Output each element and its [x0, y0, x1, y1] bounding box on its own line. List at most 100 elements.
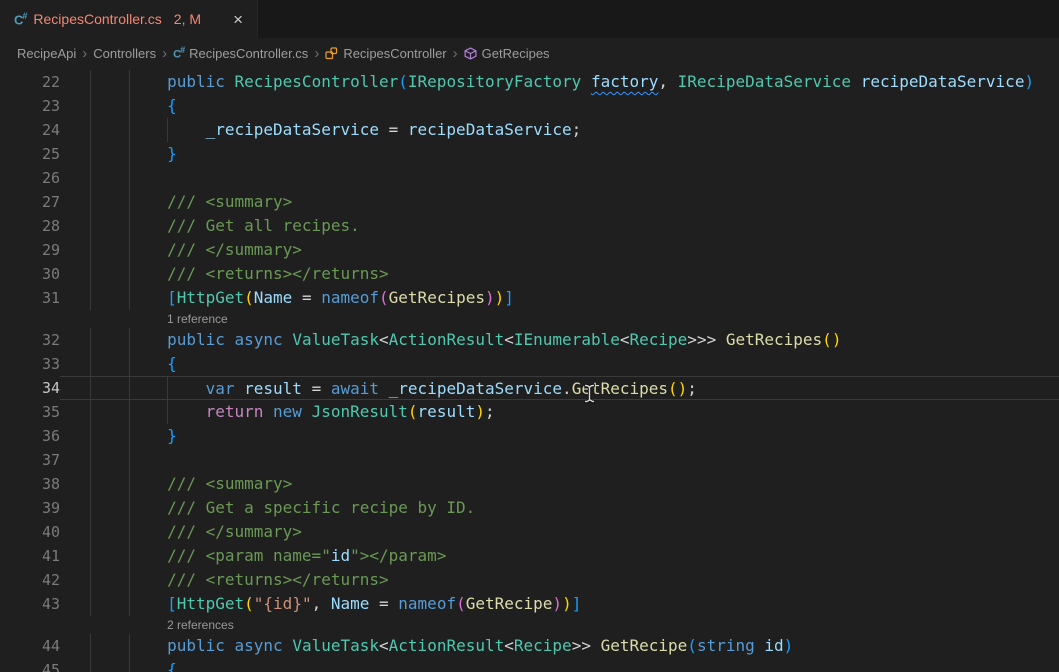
breadcrumb-item-controllers[interactable]: Controllers	[93, 46, 156, 61]
line-number[interactable]: 31	[0, 286, 60, 310]
line-number[interactable]: 30	[0, 262, 60, 286]
line-number[interactable]: 36	[0, 424, 60, 448]
code-token: HttpGet	[177, 288, 244, 307]
line-number[interactable]: 26	[0, 166, 60, 190]
line-number[interactable]: 45	[0, 658, 60, 672]
line-number[interactable]: 38	[0, 472, 60, 496]
line-number[interactable]: 34	[0, 376, 60, 400]
code-token: GetRecipe	[601, 636, 688, 655]
code-token: >>	[572, 636, 591, 655]
indent-guide	[90, 448, 91, 472]
code-line-content[interactable]	[60, 166, 1059, 190]
line-number[interactable]: 43	[0, 592, 60, 616]
chevron-right-icon: ›	[453, 46, 458, 61]
code-line-content[interactable]	[60, 448, 1059, 472]
line-number[interactable]: 44	[0, 634, 60, 658]
code-token	[302, 402, 312, 421]
line-number[interactable]: 28	[0, 214, 60, 238]
code-line-28: 28 /// Get all recipes.	[0, 214, 1059, 238]
codelens-references[interactable]: 1 reference	[0, 310, 1059, 328]
code-token	[851, 72, 861, 91]
code-line-content[interactable]: /// <summary>	[60, 472, 1059, 496]
code-line-content[interactable]: /// <returns></returns>	[60, 568, 1059, 592]
code-line-content[interactable]: return new JsonResult(result);	[60, 400, 1059, 424]
code-line-content[interactable]: }	[60, 142, 1059, 166]
breadcrumb-item-getrecipes[interactable]: GetRecipes	[464, 46, 550, 61]
code-token: IEnumerable	[514, 330, 620, 349]
code-line-content[interactable]: _recipeDataService = recipeDataService;	[60, 118, 1059, 142]
code-line-content[interactable]: {	[60, 658, 1059, 672]
breadcrumb: RecipeApi › Controllers › C#RecipesControlle…	[0, 38, 1059, 68]
line-number[interactable]: 33	[0, 352, 60, 376]
line-number[interactable]: 41	[0, 544, 60, 568]
line-number[interactable]: 35	[0, 400, 60, 424]
line-number[interactable]: 37	[0, 448, 60, 472]
indent-guide	[129, 472, 130, 496]
tab-recipescontroller[interactable]: C# RecipesController.cs 2, M ×	[0, 0, 258, 38]
line-number[interactable]: 40	[0, 520, 60, 544]
line-number[interactable]: 39	[0, 496, 60, 520]
code-line-content[interactable]: /// Get all recipes.	[60, 214, 1059, 238]
csharp-file-icon: C#	[14, 11, 26, 27]
line-number[interactable]: 23	[0, 94, 60, 118]
code-token: /// </summary>	[167, 522, 302, 541]
line-number[interactable]: 29	[0, 238, 60, 262]
code-token: return	[206, 402, 264, 421]
close-icon[interactable]: ×	[229, 9, 247, 30]
code-token: (	[379, 288, 389, 307]
code-line-content[interactable]: /// </summary>	[60, 520, 1059, 544]
code-line-content[interactable]: {	[60, 94, 1059, 118]
code-line-27: 27 /// <summary>	[0, 190, 1059, 214]
code-token: JsonResult	[312, 402, 408, 421]
code-line-content[interactable]: public async ValueTask<ActionResult<Reci…	[60, 634, 1059, 658]
code-token: public	[167, 330, 225, 349]
code-token: (	[408, 402, 418, 421]
indent-guide	[90, 190, 91, 214]
code-line-content[interactable]: /// <summary>	[60, 190, 1059, 214]
code-token: <	[504, 330, 514, 349]
code-token: >>>	[687, 330, 716, 349]
code-editor[interactable]: 22 public RecipesController(IRepositoryF…	[0, 68, 1059, 672]
code-line-content[interactable]: }	[60, 424, 1059, 448]
code-token: }	[167, 144, 177, 163]
breadcrumb-item-recipescontroller-cs[interactable]: C#RecipesController.cs	[173, 45, 308, 61]
line-number[interactable]: 25	[0, 142, 60, 166]
code-line-30: 30 /// <returns></returns>	[0, 262, 1059, 286]
chevron-right-icon: ›	[82, 46, 87, 61]
line-number[interactable]: 27	[0, 190, 60, 214]
code-token: string	[697, 636, 755, 655]
code-line-content[interactable]: [HttpGet("{id}", Name = nameof(GetRecipe…	[60, 592, 1059, 616]
code-token	[283, 330, 293, 349]
code-line-41: 41 /// <param name="id"></param>	[0, 544, 1059, 568]
code-token: )	[678, 379, 688, 398]
codelens-references[interactable]: 2 references	[0, 616, 1059, 634]
code-token: HttpGet	[177, 594, 244, 613]
code-token: /// <summary>	[167, 192, 292, 211]
breadcrumb-item-recipescontroller[interactable]: RecipesController	[325, 46, 446, 61]
code-line-content[interactable]: /// Get a specific recipe by ID.	[60, 496, 1059, 520]
code-line-content[interactable]: {	[60, 352, 1059, 376]
line-number[interactable]: 32	[0, 328, 60, 352]
code-line-content[interactable]: public RecipesController(IRepositoryFact…	[60, 70, 1059, 94]
code-token: (	[398, 72, 408, 91]
breadcrumb-item-recipeapi[interactable]: RecipeApi	[17, 46, 76, 61]
code-token: Recipe	[630, 330, 688, 349]
code-line-content[interactable]: var result = await _recipeDataService.Ge…	[60, 376, 1059, 400]
code-line-content[interactable]: /// <returns></returns>	[60, 262, 1059, 286]
code-line-45: 45 {	[0, 658, 1059, 672]
code-token: GetRecipes	[726, 330, 822, 349]
code-token	[668, 72, 678, 91]
indent-guide	[167, 377, 168, 399]
code-token: )	[495, 288, 505, 307]
code-line-content[interactable]: /// <param name="id"></param>	[60, 544, 1059, 568]
code-line-29: 29 /// </summary>	[0, 238, 1059, 262]
indent-guide	[129, 377, 130, 399]
code-token: GetRecipe	[466, 594, 553, 613]
line-number[interactable]: 42	[0, 568, 60, 592]
line-number[interactable]: 24	[0, 118, 60, 142]
code-line-content[interactable]: public async ValueTask<ActionResult<IEnu…	[60, 328, 1059, 352]
code-line-content[interactable]: [HttpGet(Name = nameof(GetRecipes))]	[60, 286, 1059, 310]
code-line-content[interactable]: /// </summary>	[60, 238, 1059, 262]
indent-guide	[129, 544, 130, 568]
line-number[interactable]: 22	[0, 70, 60, 94]
